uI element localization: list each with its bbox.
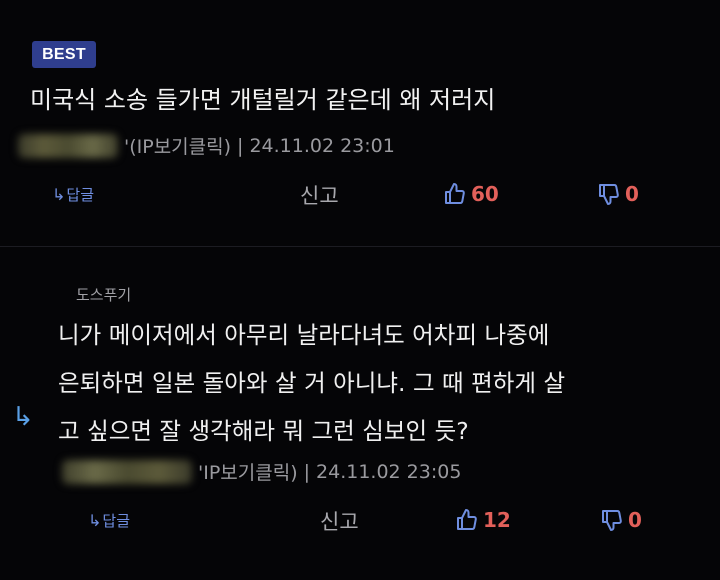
comment-line: 은퇴하면 일본 돌아와 살 거 아니냐. 그 때 편하게 살 <box>58 369 566 397</box>
downvote-button[interactable]: 0 <box>597 182 639 206</box>
post-timestamp: 24.11.02 23:01 <box>249 134 395 157</box>
comment-timestamp: 24.11.02 23:05 <box>316 460 462 483</box>
thumbs-down-icon <box>602 510 622 531</box>
ip-view-link[interactable]: '(IP보기클릭) <box>124 132 231 159</box>
comment-body: 니가 메이저에서 아무리 날라다녀도 어차피 나중에 은퇴하면 일본 돌아와 살… <box>58 311 688 455</box>
reply-arrow-icon: ↳ <box>52 185 66 204</box>
post-meta: '(IP보기클릭) | 24.11.02 23:01 <box>18 132 395 159</box>
comment-line: 고 싶으면 잘 생각해라 뭐 그런 심보인 듯? <box>58 417 469 445</box>
report-button[interactable]: 신고 <box>300 180 339 210</box>
downvote-count: 0 <box>628 508 642 532</box>
comment-line: 니가 메이저에서 아무리 날라다녀도 어차피 나중에 <box>58 321 550 349</box>
author-blurred <box>62 459 192 484</box>
reply-label: 답글 <box>102 512 131 530</box>
meta-separator: | <box>303 460 311 483</box>
meta-separator: | <box>237 134 244 157</box>
ip-view-link[interactable]: 'IP보기클릭) <box>198 458 298 485</box>
best-badge: BEST <box>32 41 96 68</box>
reply-label: 답글 <box>66 186 95 204</box>
comment-nickname[interactable]: 도스푸기 <box>76 284 131 305</box>
upvote-button[interactable]: 12 <box>455 508 511 532</box>
reply-arrow-icon: ↳ <box>88 511 102 530</box>
thumbs-up-icon <box>445 183 465 204</box>
upvote-count: 12 <box>483 508 511 532</box>
downvote-count: 0 <box>625 182 639 206</box>
divider <box>0 246 720 247</box>
upvote-count: 60 <box>471 182 499 206</box>
upvote-button[interactable]: 60 <box>443 182 499 206</box>
reply-button[interactable]: ↳ 답글 <box>52 184 94 205</box>
thumbs-down-icon <box>599 184 619 205</box>
thumbs-up-icon <box>457 509 477 530</box>
nested-reply-icon: ↳ <box>12 402 34 432</box>
reply-button[interactable]: ↳ 답글 <box>88 510 130 531</box>
report-button[interactable]: 신고 <box>320 506 359 536</box>
author-blurred <box>18 133 118 158</box>
comment-meta: 'IP보기클릭) | 24.11.02 23:05 <box>62 458 461 485</box>
post-title[interactable]: 미국식 소송 들가면 개털릴거 같은데 왜 저러지 <box>30 80 495 115</box>
downvote-button[interactable]: 0 <box>600 508 642 532</box>
